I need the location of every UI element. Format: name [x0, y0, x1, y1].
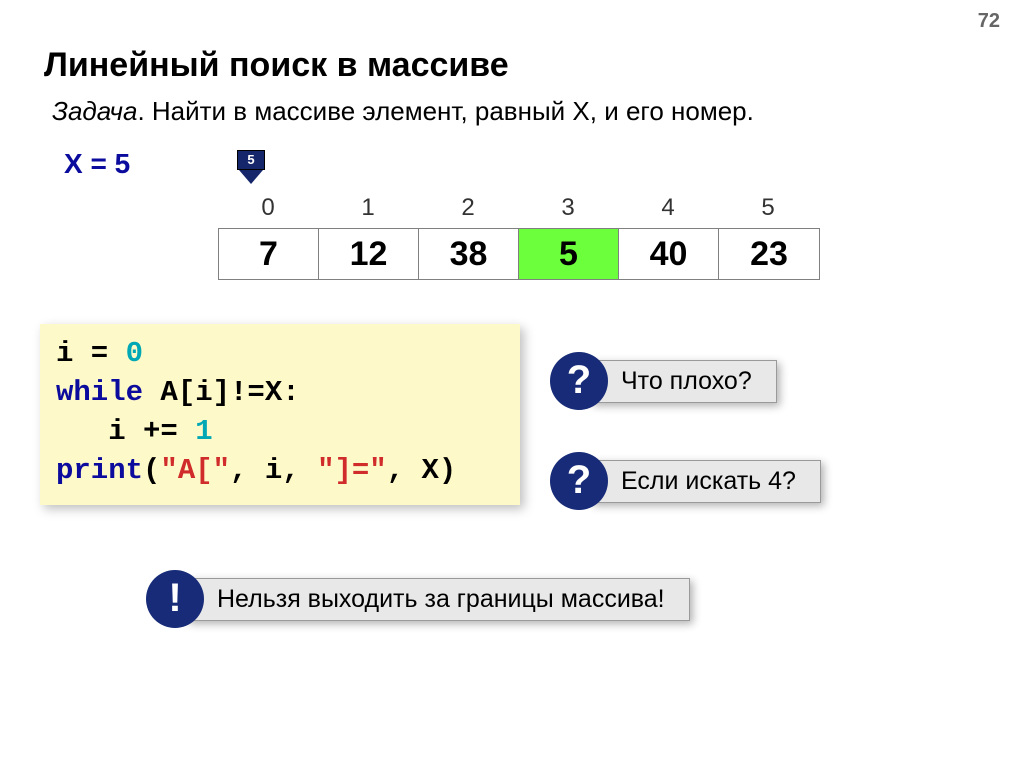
callout-question-1: ? Что плохо? [550, 352, 777, 410]
array-index: 1 [318, 194, 418, 222]
callout-text: Что плохо? [590, 360, 777, 403]
array-index: 4 [618, 194, 718, 222]
array-index: 3 [518, 194, 618, 222]
code-block: i = 0 while A[i]!=X: i += 1 print("A[", … [40, 324, 520, 505]
pointer: 5 [237, 150, 265, 192]
exclamation-icon: ! [146, 570, 204, 628]
page-number: 72 [978, 10, 1000, 33]
array-cell: 40 [619, 229, 719, 279]
array-cell: 7 [219, 229, 319, 279]
array-index: 0 [218, 194, 318, 222]
callout-warning: ! Нельзя выходить за границы массива! [146, 570, 690, 628]
array-cell-highlighted: 5 [519, 229, 619, 279]
task-label: Задача [52, 96, 137, 126]
code: i = 0 while A[i]!=X: i += 1 print("A[", … [56, 334, 504, 491]
pointer-value: 5 [237, 150, 265, 170]
array-index: 2 [418, 194, 518, 222]
array-cells: 7 12 38 5 40 23 [218, 228, 820, 280]
array-indices: 0 1 2 3 4 5 [218, 194, 820, 222]
question-icon: ? [550, 452, 608, 510]
array: 0 1 2 3 4 5 7 12 38 5 40 23 [218, 194, 820, 280]
callout-question-2: ? Если искать 4? [550, 452, 821, 510]
array-cell: 23 [719, 229, 819, 279]
task-text: . Найти в массиве элемент, равный X, и е… [137, 96, 753, 126]
callout-text: Нельзя выходить за границы массива! [186, 578, 690, 621]
question-icon: ? [550, 352, 608, 410]
task-line: Задача. Найти в массиве элемент, равный … [52, 96, 754, 127]
array-index: 5 [718, 194, 818, 222]
array-cell: 12 [319, 229, 419, 279]
x-equals: X = 5 [64, 148, 130, 180]
slide-title: Линейный поиск в массиве [44, 46, 509, 85]
pointer-arrow-icon [239, 170, 263, 184]
array-cell: 38 [419, 229, 519, 279]
callout-text: Если искать 4? [590, 460, 821, 503]
